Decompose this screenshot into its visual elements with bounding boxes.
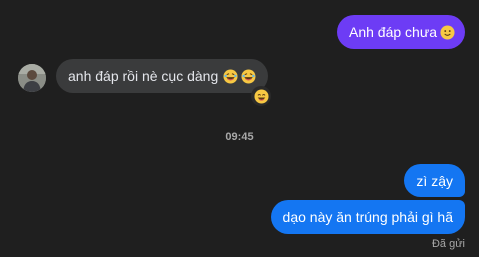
- outgoing-message-bubble[interactable]: Anh đáp chưa: [337, 15, 465, 49]
- outgoing-message-bubble[interactable]: zì zậy: [404, 164, 465, 197]
- slightly-smiling-face-icon: [440, 24, 455, 40]
- message-text: zì zậy: [416, 172, 453, 189]
- contact-avatar[interactable]: [18, 64, 46, 92]
- delivery-status: Đã gửi: [431, 238, 465, 250]
- outgoing-message-bubble[interactable]: dạo này ăn trúng phải gì hã: [270, 200, 465, 234]
- message-text: anh đáp rồi nè cục dàng: [68, 68, 219, 84]
- avatar-image: [18, 64, 46, 92]
- incoming-message-bubble[interactable]: anh đáp rồi nè cục dàng: [56, 59, 269, 93]
- laughing-face-icon: [253, 88, 269, 104]
- message-text: dạo này ăn trúng phải gì hã: [282, 209, 453, 225]
- message-timestamp: 09:45: [225, 131, 254, 143]
- laughing-tears-face-icon: [241, 68, 256, 84]
- message-text: Anh đáp chưa: [349, 24, 437, 40]
- message-reaction[interactable]: [251, 86, 271, 106]
- laughing-tears-face-icon: [223, 68, 238, 84]
